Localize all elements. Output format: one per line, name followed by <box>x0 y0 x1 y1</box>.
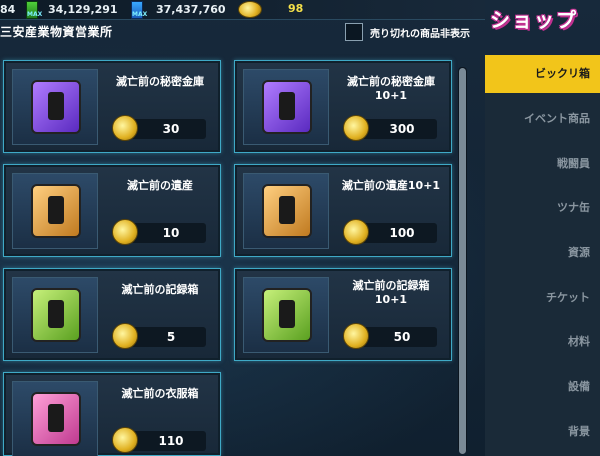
chest-icon <box>31 184 81 238</box>
max-tag: MAX <box>132 11 148 18</box>
product-name: 滅亡前の記録箱 10+1 <box>352 279 430 306</box>
resource-1-value: 84 <box>0 3 16 16</box>
sidebar-item-surprise-box[interactable]: ビックリ箱 <box>485 55 600 93</box>
product-card[interactable]: 滅亡前の遺産 10 <box>3 164 221 257</box>
coin-icon <box>343 323 369 349</box>
product-card[interactable]: 滅亡前の秘密金庫10+1 300 <box>234 60 452 153</box>
product-card[interactable]: 滅亡前の衣服箱 110 <box>3 372 221 456</box>
product-price: 10 <box>162 226 180 240</box>
product-price: 100 <box>389 226 415 240</box>
sidebar-item-event[interactable]: イベント商品 <box>485 100 600 138</box>
chest-icon <box>31 288 81 342</box>
scrollbar-thumb[interactable] <box>459 68 466 454</box>
max-tag: MAX <box>27 11 43 18</box>
coin-icon <box>112 323 138 349</box>
resource-3-value: 37,437,760 <box>156 3 226 16</box>
chest-icon <box>31 80 81 134</box>
product-name: 滅亡前の記録箱 <box>121 283 199 296</box>
coin-value: 98 <box>288 2 304 15</box>
product-price: 300 <box>389 122 415 136</box>
product-image <box>243 277 329 356</box>
sidebar-item-combatant[interactable]: 戦闘員 <box>485 145 600 183</box>
product-image <box>243 173 329 252</box>
coin-icon <box>238 1 262 18</box>
product-image <box>12 69 98 145</box>
coin-icon <box>343 219 369 245</box>
sidebar-item-tickets[interactable]: チケット <box>485 279 600 317</box>
chest-icon <box>262 184 328 252</box>
chest-icon <box>31 392 81 446</box>
product-name: 滅亡前の遺産10+1 <box>341 179 441 192</box>
product-card[interactable]: 滅亡前の記録箱 5 <box>3 268 221 361</box>
hide-sold-out-checkbox[interactable] <box>345 23 363 41</box>
product-image <box>12 381 98 456</box>
product-price: 30 <box>162 122 180 136</box>
chest-icon <box>262 288 328 356</box>
sidebar-item-resources[interactable]: 資源 <box>485 234 600 272</box>
sidebar-item-materials[interactable]: 材料 <box>485 323 600 361</box>
coin-icon <box>343 115 369 141</box>
sidebar-item-tuna-can[interactable]: ツナ缶 <box>485 189 600 227</box>
product-price: 110 <box>158 434 184 448</box>
chest-icon <box>262 80 328 148</box>
sidebar-item-backgrounds[interactable]: 背景 <box>485 413 600 451</box>
product-image <box>12 277 98 353</box>
product-name: 滅亡前の遺産 <box>127 179 193 192</box>
product-card[interactable]: 滅亡前の秘密金庫 30 <box>3 60 221 153</box>
section-title: 三安産業物資営業所 <box>0 25 113 39</box>
hide-sold-out-label[interactable]: 売り切れの商品非表示 <box>370 25 470 40</box>
product-name: 滅亡前の秘密金庫 <box>116 75 204 88</box>
product-image <box>243 69 329 148</box>
product-name: 滅亡前の衣服箱 <box>121 387 199 400</box>
product-card[interactable]: 滅亡前の遺産10+1 100 <box>234 164 452 257</box>
product-image <box>12 173 98 249</box>
coin-icon <box>112 115 138 141</box>
coin-icon <box>112 219 138 245</box>
product-name: 滅亡前の秘密金庫10+1 <box>347 75 435 102</box>
shop-title: ショップ <box>490 8 578 32</box>
sidebar-item-facilities[interactable]: 設備 <box>485 368 600 406</box>
category-sidebar: ビックリ箱 イベント商品 戦闘員 ツナ缶 資源 チケット 材料 設備 背景 <box>485 55 600 456</box>
resource-2-value: 34,129,291 <box>48 3 118 16</box>
product-card[interactable]: 滅亡前の記録箱 10+1 50 <box>234 268 452 361</box>
resource-bar: 84 MAX 34,129,291 MAX 37,437,760 98 <box>0 0 485 20</box>
coin-icon <box>112 427 138 453</box>
product-price: 5 <box>166 330 176 344</box>
product-price: 50 <box>393 330 411 344</box>
